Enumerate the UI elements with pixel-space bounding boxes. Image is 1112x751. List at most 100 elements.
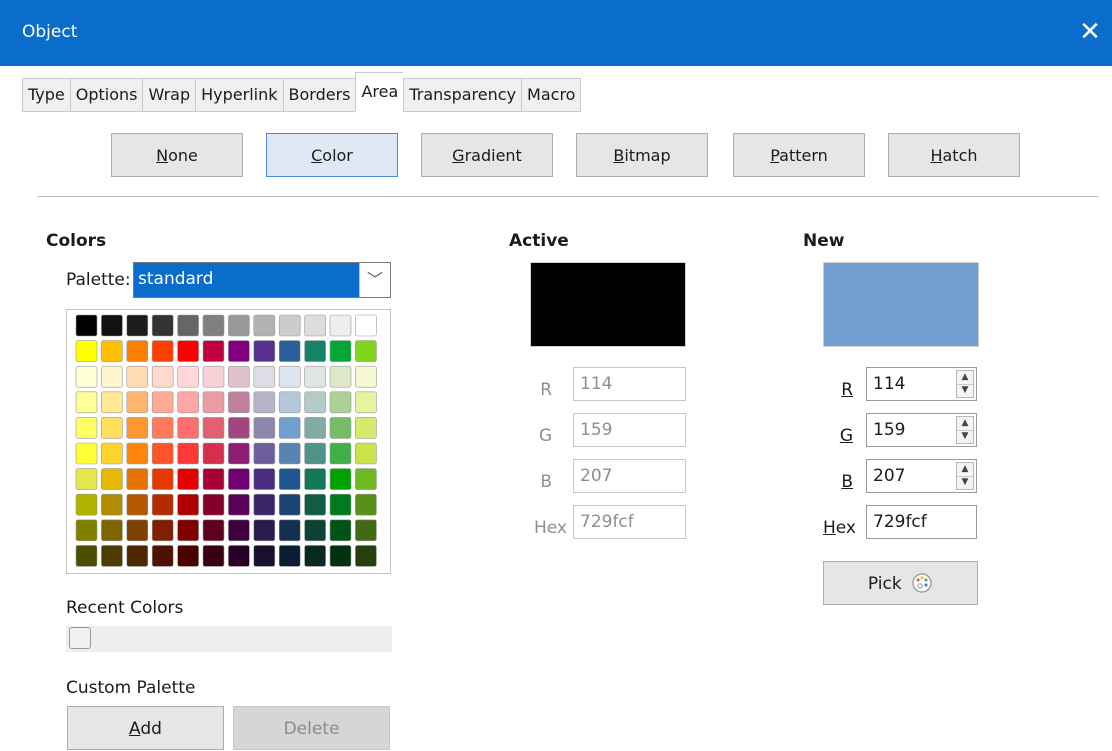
- color-swatch[interactable]: [202, 545, 225, 567]
- color-swatch[interactable]: [177, 519, 199, 542]
- spin-up-icon[interactable]: ▲: [957, 417, 973, 431]
- color-swatch[interactable]: [329, 417, 352, 439]
- color-swatch[interactable]: [151, 468, 174, 490]
- color-swatch[interactable]: [329, 493, 352, 516]
- color-swatch[interactable]: [304, 545, 326, 567]
- new-hex-field[interactable]: 729fcf: [866, 505, 977, 539]
- new-r-spinbox[interactable]: 114 ▲ ▼: [866, 367, 977, 401]
- color-swatch[interactable]: [355, 314, 377, 337]
- color-swatch[interactable]: [253, 314, 276, 337]
- color-swatch[interactable]: [126, 365, 149, 388]
- color-swatch[interactable]: [75, 468, 98, 490]
- tab-transparency[interactable]: Transparency: [403, 78, 522, 112]
- color-swatch[interactable]: [355, 519, 377, 542]
- color-swatch[interactable]: [304, 314, 326, 337]
- color-swatch[interactable]: [278, 314, 301, 337]
- color-swatch[interactable]: [304, 519, 326, 542]
- new-g-spinner[interactable]: ▲ ▼: [956, 416, 974, 444]
- color-swatch[interactable]: [228, 545, 250, 567]
- new-g-spinbox[interactable]: 159 ▲ ▼: [866, 413, 977, 447]
- color-swatch[interactable]: [151, 314, 174, 337]
- color-swatch[interactable]: [177, 545, 199, 567]
- color-swatch[interactable]: [101, 545, 123, 567]
- color-swatch[interactable]: [253, 545, 276, 567]
- color-swatch[interactable]: [278, 442, 301, 465]
- color-swatch[interactable]: [177, 493, 199, 516]
- color-swatch[interactable]: [101, 519, 123, 542]
- color-swatch[interactable]: [228, 468, 250, 490]
- none-button[interactable]: None: [111, 133, 243, 177]
- color-swatch[interactable]: [253, 417, 276, 439]
- color-swatch[interactable]: [126, 442, 149, 465]
- new-b-spinner[interactable]: ▲ ▼: [956, 462, 974, 490]
- color-swatch[interactable]: [202, 442, 225, 465]
- color-swatch[interactable]: [278, 493, 301, 516]
- color-swatch[interactable]: [101, 365, 123, 388]
- tab-type[interactable]: Type: [22, 78, 70, 112]
- color-swatch[interactable]: [177, 417, 199, 439]
- color-swatch[interactable]: [75, 442, 98, 465]
- color-swatch[interactable]: [253, 468, 276, 490]
- color-swatch[interactable]: [304, 417, 326, 439]
- color-swatch[interactable]: [253, 340, 276, 362]
- color-swatch[interactable]: [151, 391, 174, 414]
- color-swatch[interactable]: [75, 365, 98, 388]
- new-r-spinner[interactable]: ▲ ▼: [956, 370, 974, 398]
- color-swatch[interactable]: [329, 314, 352, 337]
- color-swatch[interactable]: [202, 417, 225, 439]
- color-swatch[interactable]: [151, 545, 174, 567]
- color-swatch[interactable]: [101, 493, 123, 516]
- color-swatch[interactable]: [355, 545, 377, 567]
- delete-button[interactable]: Delete: [233, 706, 390, 750]
- tab-hyperlink[interactable]: Hyperlink: [195, 78, 283, 112]
- color-swatch[interactable]: [75, 493, 98, 516]
- color-swatch[interactable]: [151, 493, 174, 516]
- color-swatch[interactable]: [101, 314, 123, 337]
- color-swatch[interactable]: [177, 468, 199, 490]
- color-swatch[interactable]: [304, 340, 326, 362]
- color-swatch[interactable]: [177, 365, 199, 388]
- color-swatch[interactable]: [75, 519, 98, 542]
- color-swatch[interactable]: [228, 365, 250, 388]
- color-swatch[interactable]: [202, 391, 225, 414]
- color-swatch[interactable]: [228, 314, 250, 337]
- bitmap-button[interactable]: Bitmap: [576, 133, 708, 177]
- color-swatch[interactable]: [329, 340, 352, 362]
- color-swatch[interactable]: [228, 519, 250, 542]
- chevron-down-icon[interactable]: ﹀: [359, 263, 390, 297]
- pattern-button[interactable]: Pattern: [733, 133, 865, 177]
- color-swatch[interactable]: [202, 340, 225, 362]
- color-swatch[interactable]: [304, 442, 326, 465]
- color-swatch[interactable]: [151, 519, 174, 542]
- color-swatch[interactable]: [304, 468, 326, 490]
- tab-area[interactable]: Area: [355, 72, 404, 112]
- color-swatch[interactable]: [75, 417, 98, 439]
- color-swatch[interactable]: [278, 545, 301, 567]
- color-swatch[interactable]: [75, 314, 98, 337]
- color-swatch[interactable]: [228, 417, 250, 439]
- color-swatch[interactable]: [101, 468, 123, 490]
- add-button[interactable]: Add: [67, 706, 224, 750]
- pick-button[interactable]: Pick: [823, 561, 978, 605]
- color-swatch[interactable]: [151, 417, 174, 439]
- spin-down-icon[interactable]: ▼: [957, 384, 973, 397]
- color-swatch[interactable]: [101, 442, 123, 465]
- color-swatch[interactable]: [304, 391, 326, 414]
- color-swatch[interactable]: [329, 391, 352, 414]
- color-swatch[interactable]: [278, 519, 301, 542]
- color-swatch[interactable]: [202, 314, 225, 337]
- color-swatch[interactable]: [355, 391, 377, 414]
- color-swatch[interactable]: [329, 442, 352, 465]
- color-swatch[interactable]: [329, 545, 352, 567]
- color-swatch[interactable]: [278, 391, 301, 414]
- color-swatch[interactable]: [101, 417, 123, 439]
- color-swatch[interactable]: [75, 545, 98, 567]
- color-swatch[interactable]: [355, 365, 377, 388]
- color-swatch[interactable]: [228, 442, 250, 465]
- hatch-button[interactable]: Hatch: [888, 133, 1020, 177]
- color-swatch[interactable]: [202, 519, 225, 542]
- color-swatch[interactable]: [355, 442, 377, 465]
- tab-options[interactable]: Options: [69, 78, 143, 112]
- tab-borders[interactable]: Borders: [282, 78, 356, 112]
- color-swatch[interactable]: [126, 314, 149, 337]
